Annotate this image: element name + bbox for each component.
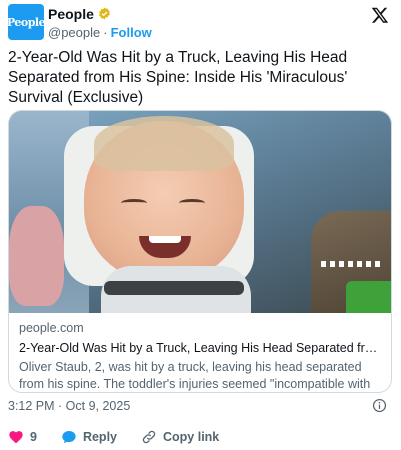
x-logo-icon[interactable] — [371, 6, 389, 24]
verified-badge-icon — [99, 7, 110, 20]
action-bar: 9 Reply Copy link — [8, 428, 243, 446]
plush-toy-shape — [9, 206, 64, 306]
collar-band-shape — [104, 281, 244, 295]
card-text: people.com 2-Year-Old Was Hit by a Truck… — [19, 321, 384, 392]
separator: · — [103, 24, 108, 40]
tweet-text: 2-Year-Old Was Hit by a Truck, Leaving H… — [8, 49, 348, 106]
tweet-header: People People @people · Follow — [7, 4, 393, 40]
dinosaur-teeth-shape — [321, 261, 381, 267]
copy-link-label: Copy link — [163, 430, 220, 444]
heart-icon — [9, 431, 23, 444]
account-handle[interactable]: @people — [48, 25, 100, 40]
left-eye-shape — [121, 199, 147, 207]
reply-button[interactable]: Reply — [61, 429, 117, 445]
info-icon[interactable] — [372, 398, 387, 413]
copy-link-button[interactable]: Copy link — [141, 429, 219, 445]
tweet-timestamp[interactable]: 3:12 PM · Oct 9, 2025 — [8, 399, 130, 413]
card-domain: people.com — [19, 321, 84, 335]
card-image[interactable] — [9, 111, 391, 313]
account-name[interactable]: People — [48, 6, 94, 22]
teeth-shape — [149, 236, 181, 243]
handle-line: @people · Follow — [48, 24, 152, 40]
link-card[interactable]: people.com 2-Year-Old Was Hit by a Truck… — [8, 110, 392, 393]
like-count: 9 — [30, 430, 37, 444]
card-title[interactable]: 2-Year-Old Was Hit by a Truck, Leaving H… — [19, 340, 384, 356]
card-description: Oliver Staub, 2, was hit by a truck, lea… — [19, 360, 371, 391]
name-line: People — [48, 5, 111, 22]
reply-label: Reply — [82, 430, 117, 444]
right-eye-shape — [179, 199, 205, 207]
follow-button[interactable]: Follow — [111, 25, 152, 40]
like-button[interactable]: 9 — [8, 429, 37, 445]
child-hair-shape — [94, 116, 234, 171]
green-toy-shape — [346, 281, 391, 313]
reply-icon — [62, 431, 76, 444]
link-icon — [142, 430, 156, 444]
avatar[interactable]: People — [7, 4, 46, 40]
